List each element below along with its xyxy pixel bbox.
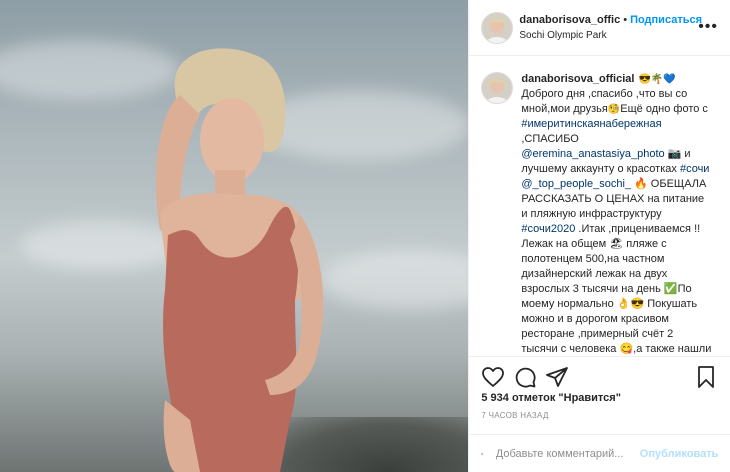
comment-input[interactable]: [493, 446, 640, 461]
hashtag-link[interactable]: #сочи2020: [521, 223, 575, 235]
comment-box: Опубликовать: [469, 434, 730, 472]
smiley-icon[interactable]: [481, 444, 484, 464]
caption-segment: ,СПАСИБО: [521, 133, 579, 145]
header-info: danaborisova_offic • Подписаться Sochi Oly…: [519, 12, 702, 44]
action-bar: [469, 356, 730, 396]
caption-emoji: 🧐: [607, 104, 621, 115]
caption-avatar[interactable]: [481, 72, 514, 104]
comment-icon[interactable]: [513, 365, 537, 389]
more-options-icon[interactable]: •••: [698, 18, 718, 36]
publish-button[interactable]: Опубликовать: [640, 448, 719, 460]
avatar[interactable]: [481, 11, 514, 44]
caption-username[interactable]: danaborisova_official: [521, 73, 634, 85]
hashtag-link[interactable]: #сочи: [680, 163, 710, 175]
heart-icon[interactable]: [481, 365, 505, 389]
caption-segment: Ещё одно фото с: [620, 103, 708, 115]
woman-in-swimsuit-illustration: [156, 48, 324, 472]
location-link[interactable]: Sochi Olympic Park: [519, 28, 702, 44]
caption-text: danaborisova_official 😎🌴💙 Доброго дня ,сп…: [521, 72, 711, 356]
post-photo[interactable]: [0, 0, 469, 472]
post-timestamp[interactable]: 7 часов назад: [481, 411, 548, 420]
avatar-image: [482, 12, 513, 43]
post-sidebar: danaborisova_offic • Подписаться Sochi Oly…: [468, 0, 730, 472]
post-header: danaborisova_offic • Подписаться Sochi Oly…: [469, 0, 730, 56]
paper-plane-icon[interactable]: [545, 365, 569, 389]
mention-link[interactable]: @eremina_anastasiya_photo: [521, 148, 664, 160]
bookmark-icon[interactable]: [694, 365, 718, 389]
avatar-image: [482, 73, 513, 103]
likes-count[interactable]: 5 934 отметок "Нравится": [481, 392, 621, 404]
separator-dot: •: [623, 13, 628, 26]
header-username[interactable]: danaborisova_offic: [519, 14, 620, 26]
caption-emoji: 😎🌴💙: [638, 74, 676, 85]
mention-link[interactable]: @_top_people_sochi_: [521, 178, 631, 190]
instagram-post: danaborisova_offic • Подписаться Sochi Oly…: [0, 0, 730, 472]
caption-segment: .Итак ,прицениваемся !!Лежак на общем 🏖 …: [521, 223, 712, 355]
caption-area: danaborisova_official 😎🌴💙 Доброго дня ,сп…: [469, 56, 730, 356]
hashtag-link[interactable]: #имеритинскаянабережная: [521, 118, 661, 130]
follow-button[interactable]: Подписаться: [630, 14, 702, 26]
